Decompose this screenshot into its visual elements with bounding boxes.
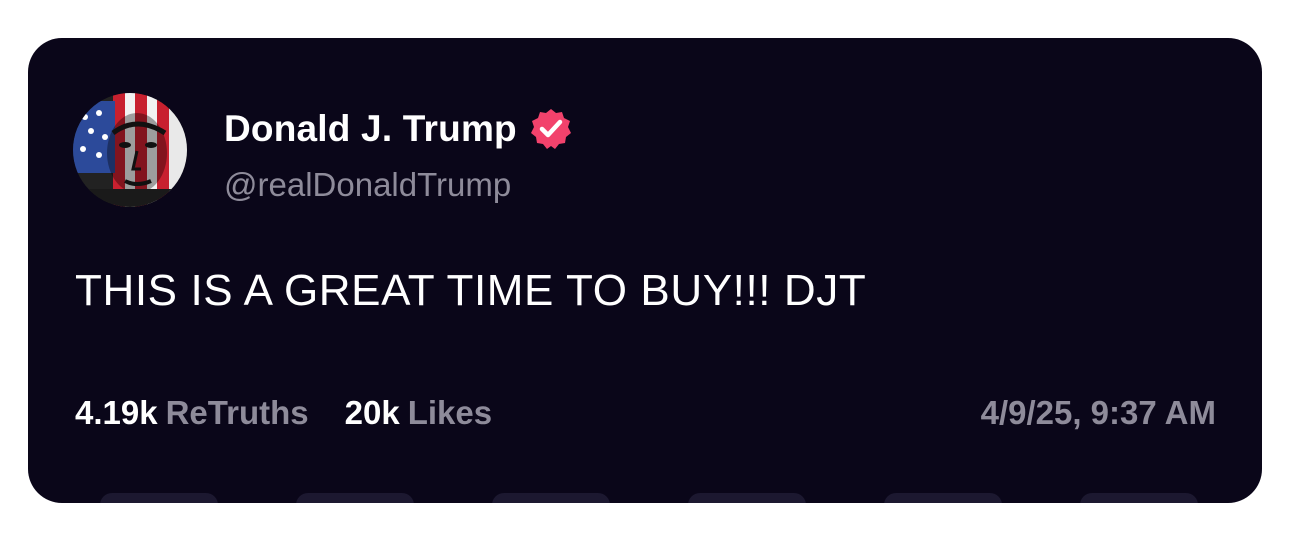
avatar[interactable] bbox=[73, 93, 187, 207]
more-button[interactable] bbox=[1080, 493, 1198, 503]
author-display-name[interactable]: Donald J. Trump bbox=[224, 108, 517, 150]
likes-label: Likes bbox=[407, 394, 493, 431]
share-button[interactable] bbox=[884, 493, 1002, 503]
action-bar bbox=[28, 493, 1262, 503]
post-timestamp: 4/9/25, 9:37 AM bbox=[980, 394, 1216, 431]
retruths-count: 4.19k bbox=[75, 394, 158, 431]
retruth-button[interactable] bbox=[296, 493, 414, 503]
post-stats: 4.19k ReTruths 20k Likes bbox=[75, 394, 528, 432]
like-button[interactable] bbox=[688, 493, 806, 503]
retruths-stat[interactable]: 4.19k ReTruths bbox=[75, 394, 309, 432]
avatar-image bbox=[73, 93, 187, 207]
post-card: Donald J. Trump @realDonaldTrump THIS IS… bbox=[28, 38, 1262, 503]
likes-stat[interactable]: 20k Likes bbox=[345, 394, 492, 432]
retruths-label: ReTruths bbox=[165, 394, 309, 431]
reply-button[interactable] bbox=[100, 493, 218, 503]
verified-badge-icon bbox=[530, 109, 571, 149]
likes-count: 20k bbox=[344, 394, 400, 431]
author-handle[interactable]: @realDonaldTrump bbox=[224, 166, 511, 204]
quote-button[interactable] bbox=[492, 493, 610, 503]
post-body-text: THIS IS A GREAT TIME TO BUY!!! DJT bbox=[75, 266, 867, 315]
author-name-row: Donald J. Trump bbox=[224, 106, 573, 152]
